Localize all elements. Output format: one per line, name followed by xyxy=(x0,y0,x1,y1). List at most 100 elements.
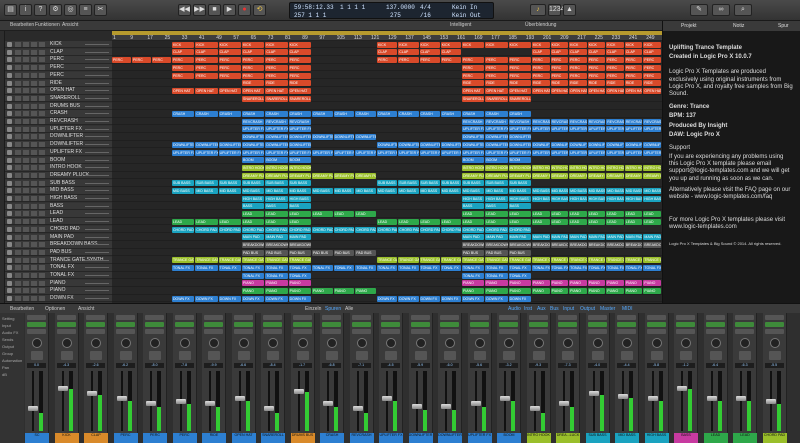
region[interactable]: TRANCE GATE SYNTH xyxy=(532,257,550,264)
region[interactable]: PIANO xyxy=(587,280,606,287)
rewind-button[interactable]: ◀◀ xyxy=(178,4,191,16)
region[interactable]: KICK xyxy=(550,41,569,48)
setting-button[interactable] xyxy=(27,315,46,320)
region[interactable]: MAIN PAD xyxy=(587,234,606,241)
region[interactable]: TONAL FX xyxy=(355,265,376,271)
region[interactable]: CLAP xyxy=(550,49,569,56)
read-button[interactable] xyxy=(351,322,371,327)
region[interactable]: PERC xyxy=(569,64,587,71)
region[interactable]: BREAKDOWN BASS xyxy=(462,241,485,248)
region[interactable]: INTRO HOOK xyxy=(643,164,661,171)
region[interactable]: PERC xyxy=(550,57,569,64)
track-buttons[interactable] xyxy=(15,165,47,171)
region[interactable]: MAIN PAD xyxy=(485,234,508,241)
track-buttons[interactable] xyxy=(15,188,47,194)
mixer-menu-edit[interactable]: Bearbeiten xyxy=(10,306,34,312)
region[interactable]: UPLIFTER FX xyxy=(218,149,241,156)
read-button[interactable] xyxy=(174,322,194,327)
output-slot[interactable] xyxy=(27,329,46,334)
region[interactable]: PIANO xyxy=(462,288,485,295)
region[interactable]: LEAD xyxy=(265,218,288,225)
region[interactable]: LEAD xyxy=(508,211,531,218)
region[interactable]: PERC xyxy=(485,57,508,64)
channel-name[interactable]: OPEN HAT xyxy=(231,433,256,443)
region[interactable]: DREAMY PLUCK xyxy=(485,172,508,179)
track-buttons[interactable] xyxy=(15,126,47,132)
fader-track[interactable] xyxy=(120,371,123,431)
region[interactable]: CHORD PAD xyxy=(218,226,241,233)
track-buttons[interactable] xyxy=(15,72,47,78)
region[interactable]: UPLIFTER FX xyxy=(419,149,440,156)
region[interactable]: PIANO xyxy=(643,288,661,295)
region[interactable]: CRASH xyxy=(398,111,419,117)
region[interactable]: PERC xyxy=(508,57,531,64)
region[interactable]: DOWN FX xyxy=(265,295,288,302)
track-header[interactable]: CHORD PAD xyxy=(5,225,112,234)
region[interactable]: CHORD PAD xyxy=(440,226,461,233)
read-button[interactable] xyxy=(764,322,784,327)
tab-track[interactable]: Spur xyxy=(778,23,789,29)
volume-fader[interactable] xyxy=(765,398,776,404)
region[interactable]: MAIN PAD xyxy=(242,234,265,241)
region[interactable]: PERC xyxy=(132,57,151,64)
track-buttons[interactable] xyxy=(15,103,47,109)
output-slot[interactable] xyxy=(587,329,607,334)
region[interactable]: UPLIFTER FX xyxy=(288,149,311,156)
region[interactable]: SUB BASS xyxy=(288,180,311,187)
region[interactable]: KICK xyxy=(532,41,550,48)
track-buttons[interactable] xyxy=(15,203,47,209)
fader-track[interactable] xyxy=(622,371,624,431)
output-slot[interactable] xyxy=(204,329,223,334)
region[interactable]: INTRO HOOK xyxy=(606,164,624,171)
track-volume-slider[interactable] xyxy=(85,190,109,192)
output-slot[interactable] xyxy=(322,329,341,334)
region[interactable]: PERC xyxy=(288,57,311,64)
mixer-menu-options[interactable]: Optionen xyxy=(45,306,65,312)
region[interactable]: SUB BASS xyxy=(172,180,195,187)
track-header[interactable]: SNAREROLL xyxy=(5,94,112,103)
track-header[interactable]: INTRO HOOK xyxy=(5,164,112,172)
region[interactable]: UPLIFTER FX xyxy=(288,126,311,133)
region[interactable]: PIANO xyxy=(532,280,550,287)
setting-button[interactable] xyxy=(145,315,164,320)
region[interactable]: BREAKDOWN BASS xyxy=(242,241,265,248)
region[interactable]: TONAL FX xyxy=(333,265,355,271)
read-button[interactable] xyxy=(263,322,282,327)
track-volume-slider[interactable] xyxy=(85,167,109,169)
output-slot[interactable] xyxy=(646,329,666,334)
region[interactable]: CHORD PAD xyxy=(265,226,288,233)
region[interactable]: SUB BASS xyxy=(242,180,265,187)
fader-track[interactable] xyxy=(740,371,742,431)
track-buttons[interactable] xyxy=(15,88,47,94)
lcd-display[interactable]: 59:58:12.33 257 1 1 1 1 1 1 1 137.0000 4… xyxy=(289,2,494,19)
menu-edit[interactable]: Bearbeiten xyxy=(10,22,34,28)
region[interactable]: KICK xyxy=(624,41,643,48)
region[interactable]: OPEN HAT xyxy=(172,87,195,94)
track-header[interactable]: LEAD xyxy=(5,210,112,218)
volume-fader[interactable] xyxy=(470,401,481,406)
region[interactable]: CRASH xyxy=(485,111,508,117)
region[interactable]: INTRO HOOK xyxy=(288,164,311,171)
track-header[interactable]: MID BASS xyxy=(5,187,112,195)
region[interactable]: DREAMY PLUCK xyxy=(606,172,624,179)
track-header[interactable]: SUB BASS xyxy=(5,179,112,187)
region[interactable]: RIDE xyxy=(242,80,265,87)
volume-fader[interactable] xyxy=(559,401,569,406)
fader-track[interactable] xyxy=(592,371,595,431)
track-volume-slider[interactable] xyxy=(85,113,109,115)
pan-knob[interactable] xyxy=(297,338,308,348)
region[interactable]: CLAP xyxy=(265,49,288,56)
region[interactable]: PIANO xyxy=(550,280,569,287)
region[interactable]: SUB BASS xyxy=(398,180,419,187)
region[interactable]: INTRO HOOK xyxy=(462,164,485,171)
region[interactable]: PERC xyxy=(569,57,587,64)
region[interactable]: MID BASS xyxy=(643,188,661,194)
region[interactable]: PAD BUS xyxy=(333,249,355,256)
region[interactable]: TONAL FX xyxy=(569,265,587,271)
track-buttons[interactable] xyxy=(15,65,47,71)
region[interactable]: LEAD xyxy=(462,211,485,218)
region[interactable]: HIGH BASS xyxy=(587,195,606,202)
read-button[interactable] xyxy=(469,322,489,327)
region[interactable]: DOWNLIFTER xyxy=(333,134,355,141)
region[interactable]: TONAL FX xyxy=(440,265,461,271)
